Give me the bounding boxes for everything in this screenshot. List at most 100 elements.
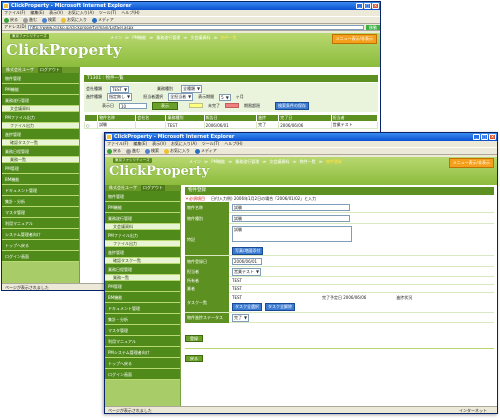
search-button[interactable]: 検索: [42, 17, 56, 23]
sidebar-item[interactable]: 業務遂行管理: [2, 95, 79, 106]
menu-file[interactable]: ファイル(F): [107, 141, 128, 147]
menu-view[interactable]: 表示(V): [49, 10, 63, 16]
crumb-list[interactable]: 物件一覧: [300, 159, 316, 165]
menu-file[interactable]: ファイル(F): [4, 10, 25, 16]
crumb-progress[interactable]: 業務遂行管理: [235, 159, 259, 165]
sidebar-item[interactable]: トップへ戻る: [2, 240, 79, 251]
breadcrumb: メイン ≫ PM機能 ≫ 業務遂行管理 ≫ 文会議資料 ≫ 物件一覧: [110, 35, 237, 41]
display-button[interactable]: 表示: [152, 101, 178, 110]
row-radio[interactable]: ○: [84, 121, 99, 129]
forward-button[interactable]: 進む: [126, 148, 140, 154]
sidebar-item[interactable]: 業務日程管理: [105, 264, 180, 275]
close-button[interactable]: ×: [489, 134, 496, 140]
filter-date-input[interactable]: 10: [119, 102, 147, 109]
date-input[interactable]: 2006/06/01: [232, 257, 262, 265]
sidebar-item[interactable]: 集計・分析: [2, 196, 79, 207]
site-header: 東京ファシリティーズ ClickProperty メイン ≫ PM機能 ≫ 業務遂行…: [2, 33, 380, 67]
task-select-all-button[interactable]: タスク全選択: [232, 303, 262, 311]
name-input[interactable]: 試験: [232, 203, 350, 211]
media-button[interactable]: メディア: [92, 17, 114, 23]
address-input[interactable]: http://www.clickp.jp/clickproperty/main/…: [28, 24, 364, 30]
sidebar-item[interactable]: ドキュメント管理: [105, 303, 180, 314]
sidebar-item[interactable]: 集計・分析: [105, 314, 180, 325]
filter-progress-select[interactable]: 指定無し ▼: [107, 93, 133, 101]
crumb-main[interactable]: メイン: [110, 35, 122, 41]
filter-period-select[interactable]: 5 ▼: [219, 93, 231, 101]
favorites-button[interactable]: お気に入り: [164, 148, 190, 154]
attach-photo-button[interactable]: 写真/地図添付: [232, 247, 264, 255]
sidebar-item[interactable]: PM管理: [105, 281, 180, 292]
sidebar-item[interactable]: 物件管理: [105, 191, 180, 202]
company-row: 業者 TEST: [185, 284, 494, 293]
search-button[interactable]: 検索: [145, 148, 159, 154]
register-button[interactable]: 登録: [185, 335, 203, 342]
table-row[interactable]: ○ 試験 TEST 2006/06/01 完了 2006/06/06 営業テスト: [84, 121, 378, 129]
sidebar-item[interactable]: 業務遂行管理: [105, 213, 180, 224]
sidebar-item[interactable]: PM管理: [2, 163, 79, 174]
menu-toggle-button[interactable]: メニュー表示/非表示: [448, 158, 494, 168]
legend-yellow-label: 未完了: [208, 102, 220, 108]
memo-textarea[interactable]: 試験: [232, 226, 352, 242]
legend-yellow-swatch: [189, 103, 203, 108]
filter-agent-select[interactable]: 全担当者 ▼: [168, 93, 194, 101]
filter-company-select[interactable]: TEST ▼: [110, 85, 130, 93]
back-window-titlebar[interactable]: ClickProperty - Microsoft Internet Explo…: [2, 2, 380, 10]
crumb-pm[interactable]: PM機能: [132, 35, 146, 41]
go-button[interactable]: 移動: [366, 24, 380, 30]
menu-favorites[interactable]: お気に入り(A): [171, 141, 197, 147]
favorites-button[interactable]: お気に入り: [61, 17, 87, 23]
maximize-button[interactable]: □: [481, 134, 488, 140]
sidebar-item[interactable]: マスタ管理: [2, 207, 79, 218]
sidebar-item[interactable]: 利用マニュアル: [105, 336, 180, 347]
crumb-meeting[interactable]: 文会議資料: [269, 159, 289, 165]
minimize-button[interactable]: _: [356, 3, 363, 9]
sidebar-item[interactable]: 進捗管理: [2, 129, 79, 140]
crumb-pm[interactable]: PM機能: [211, 159, 225, 165]
sidebar-item[interactable]: ログイン画面: [2, 251, 79, 262]
save-condition-button[interactable]: 検索条件の保存: [275, 101, 309, 110]
menu-tools[interactable]: ツール(T): [202, 141, 220, 147]
menu-view[interactable]: 表示(V): [152, 141, 166, 147]
sidebar-item[interactable]: トップへ戻る: [105, 358, 180, 369]
menu-help[interactable]: ヘルプ(H): [224, 141, 242, 147]
back-to-list-button[interactable]: 戻る: [185, 355, 203, 362]
sidebar-item[interactable]: BM機能: [105, 292, 180, 303]
sidebar-item[interactable]: 進捗管理: [105, 247, 180, 258]
crumb-main[interactable]: メイン: [189, 159, 201, 165]
table-cell: 試験: [97, 121, 137, 129]
forward-button[interactable]: 進む: [23, 17, 37, 23]
status-select[interactable]: 完了 ▼: [232, 313, 250, 322]
menu-favorites[interactable]: お気に入り(A): [68, 10, 94, 16]
sidebar-item[interactable]: ログイン画面: [105, 369, 180, 380]
menu-tools[interactable]: ツール(T): [99, 10, 117, 16]
media-button[interactable]: メディア: [195, 148, 217, 154]
sidebar-item[interactable]: BM機能: [2, 174, 79, 185]
menu-edit[interactable]: 編集(E): [30, 10, 44, 16]
class-input[interactable]: 試験: [232, 214, 350, 222]
back-button[interactable]: 戻る: [4, 17, 18, 23]
minimize-button[interactable]: _: [473, 134, 480, 140]
sidebar-item[interactable]: 利用マニュアル: [2, 218, 79, 229]
filter-type-select[interactable]: 全種類 ▼: [181, 85, 203, 93]
menu-help[interactable]: ヘルプ(H): [121, 10, 139, 16]
menu-toggle-button[interactable]: メニュー表示/非表示: [331, 34, 377, 44]
close-button[interactable]: ×: [372, 3, 379, 9]
back-button[interactable]: 戻る: [107, 148, 121, 154]
sidebar-item[interactable]: PMシステム管理者向け: [105, 347, 180, 358]
sidebar-item[interactable]: PMファイル出力: [2, 112, 79, 123]
sidebar-item[interactable]: PM機能: [2, 84, 79, 95]
sidebar-item[interactable]: マスタ管理: [105, 325, 180, 336]
menu-edit[interactable]: 編集(E): [133, 141, 147, 147]
sidebar-item[interactable]: PMファイル出力: [105, 230, 180, 241]
task-deselect-all-button[interactable]: タスク全解除: [265, 303, 295, 311]
sidebar-item[interactable]: PM機能: [105, 202, 180, 213]
sidebar-item[interactable]: ドキュメント管理: [2, 185, 79, 196]
crumb-meeting[interactable]: 文会議資料: [190, 35, 210, 41]
front-window-titlebar[interactable]: ClickProperty - Microsoft Internet Explo…: [105, 133, 497, 141]
crumb-progress[interactable]: 業務遂行管理: [156, 35, 180, 41]
sidebar-item[interactable]: 物件管理: [2, 73, 79, 84]
sidebar-item[interactable]: 業務日程管理: [2, 146, 79, 157]
maximize-button[interactable]: □: [364, 3, 371, 9]
sidebar-item[interactable]: システム管理者向け: [2, 229, 79, 240]
agent-select[interactable]: 営業テスト ▼: [232, 267, 262, 276]
